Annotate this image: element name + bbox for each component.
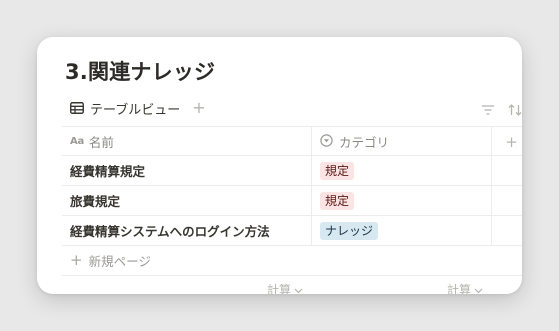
row-category-cell[interactable]: 規定 <box>311 156 491 185</box>
chevron-down-icon <box>474 283 483 295</box>
column-header-name[interactable]: Aa 名前 <box>62 127 311 156</box>
row-category-cell[interactable]: 規定 <box>311 186 491 215</box>
calculate-button-name[interactable]: 計算 <box>267 281 303 294</box>
empty-cell <box>491 156 522 185</box>
database-table: Aa 名前 カテゴリ + 経費精算規定 規定 旅費規定 規定 経費精算システムへ… <box>62 126 522 246</box>
column-header-label: 名前 <box>88 135 114 150</box>
select-property-icon <box>320 133 339 150</box>
category-tag: 規定 <box>320 161 355 180</box>
view-bar: テーブルビュー + <box>70 97 206 119</box>
sort-icon[interactable] <box>508 101 522 120</box>
chevron-down-icon <box>294 283 303 295</box>
table-row[interactable]: 旅費規定 規定 <box>62 186 522 216</box>
table-row[interactable]: 経費精算規定 規定 <box>62 156 522 186</box>
footer-divider <box>62 275 522 276</box>
filter-icon[interactable] <box>481 101 495 120</box>
table-row[interactable]: 経費精算システムへのログイン方法 ナレッジ <box>62 216 522 246</box>
database-card: 3.関連ナレッジ テーブルビュー + Aa 名前 カテゴリ + 経費精算規定 規… <box>37 37 522 294</box>
plus-icon: + <box>70 251 83 269</box>
calculate-label: 計算 <box>447 283 472 294</box>
view-tab-label: テーブルビュー <box>90 102 181 118</box>
table-header-row: Aa 名前 カテゴリ + <box>62 126 522 156</box>
row-name-cell[interactable]: 旅費規定 <box>62 186 311 215</box>
category-tag: ナレッジ <box>320 221 379 240</box>
text-property-icon: Aa <box>70 136 84 147</box>
add-column-button[interactable]: + <box>491 127 522 156</box>
view-tab[interactable]: テーブルビュー <box>70 99 180 118</box>
calculate-label: 計算 <box>267 283 292 294</box>
plus-icon: + <box>505 132 518 151</box>
row-name-cell[interactable]: 経費精算規定 <box>62 156 311 185</box>
row-name-cell[interactable]: 経費精算システムへのログイン方法 <box>62 216 311 245</box>
new-page-button[interactable]: + 新規ページ <box>70 250 151 270</box>
column-header-label: カテゴリ <box>339 135 390 150</box>
column-header-category[interactable]: カテゴリ <box>311 127 491 156</box>
page-title: 3.関連ナレッジ <box>65 60 216 84</box>
empty-cell <box>491 216 522 245</box>
empty-cell <box>491 186 522 215</box>
table-icon <box>70 102 84 114</box>
row-category-cell[interactable]: ナレッジ <box>311 216 491 245</box>
new-page-label: 新規ページ <box>88 253 151 269</box>
add-view-button[interactable]: + <box>192 100 205 116</box>
category-tag: 規定 <box>320 191 355 210</box>
calculate-button-category[interactable]: 計算 <box>447 281 483 294</box>
